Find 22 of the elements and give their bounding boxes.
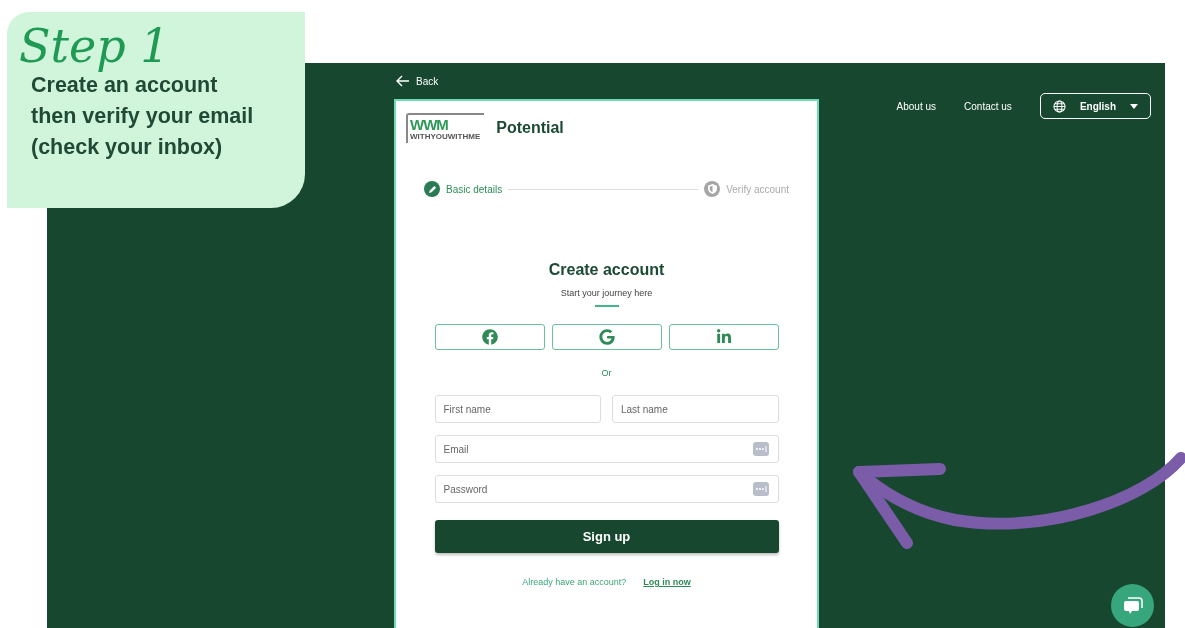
- login-link[interactable]: Log in now: [643, 577, 691, 587]
- input-field[interactable]: Email: [434, 435, 779, 463]
- stepper-step: Verify account: [704, 181, 789, 197]
- nav-link[interactable]: About us: [896, 100, 937, 112]
- sign-up-button[interactable]: Sign up: [434, 520, 779, 553]
- or-separator: Or: [600, 368, 613, 378]
- callout-text: (check your inbox): [31, 134, 223, 162]
- language-select[interactable]: English: [1039, 93, 1151, 119]
- form-subtitle: Start your journey here: [560, 288, 653, 298]
- login-prompt: Already have an account?: [522, 577, 627, 587]
- callout-text: then verify your email: [31, 103, 254, 131]
- input-field[interactable]: Password: [434, 475, 779, 503]
- back-link[interactable]: Back: [394, 63, 819, 99]
- brand-name: Potential: [496, 119, 564, 137]
- input-field[interactable]: First name: [434, 395, 601, 423]
- input-field[interactable]: Last name: [612, 395, 779, 423]
- callout-text: Create an account: [31, 72, 218, 100]
- nav-link[interactable]: Contact us: [964, 100, 1012, 112]
- form-title: Create account: [548, 261, 665, 279]
- stepper-step: Basic details: [424, 181, 503, 197]
- logo: WWM WITHYOUWITHME: [406, 113, 485, 143]
- step-heading: Step 1: [19, 22, 170, 71]
